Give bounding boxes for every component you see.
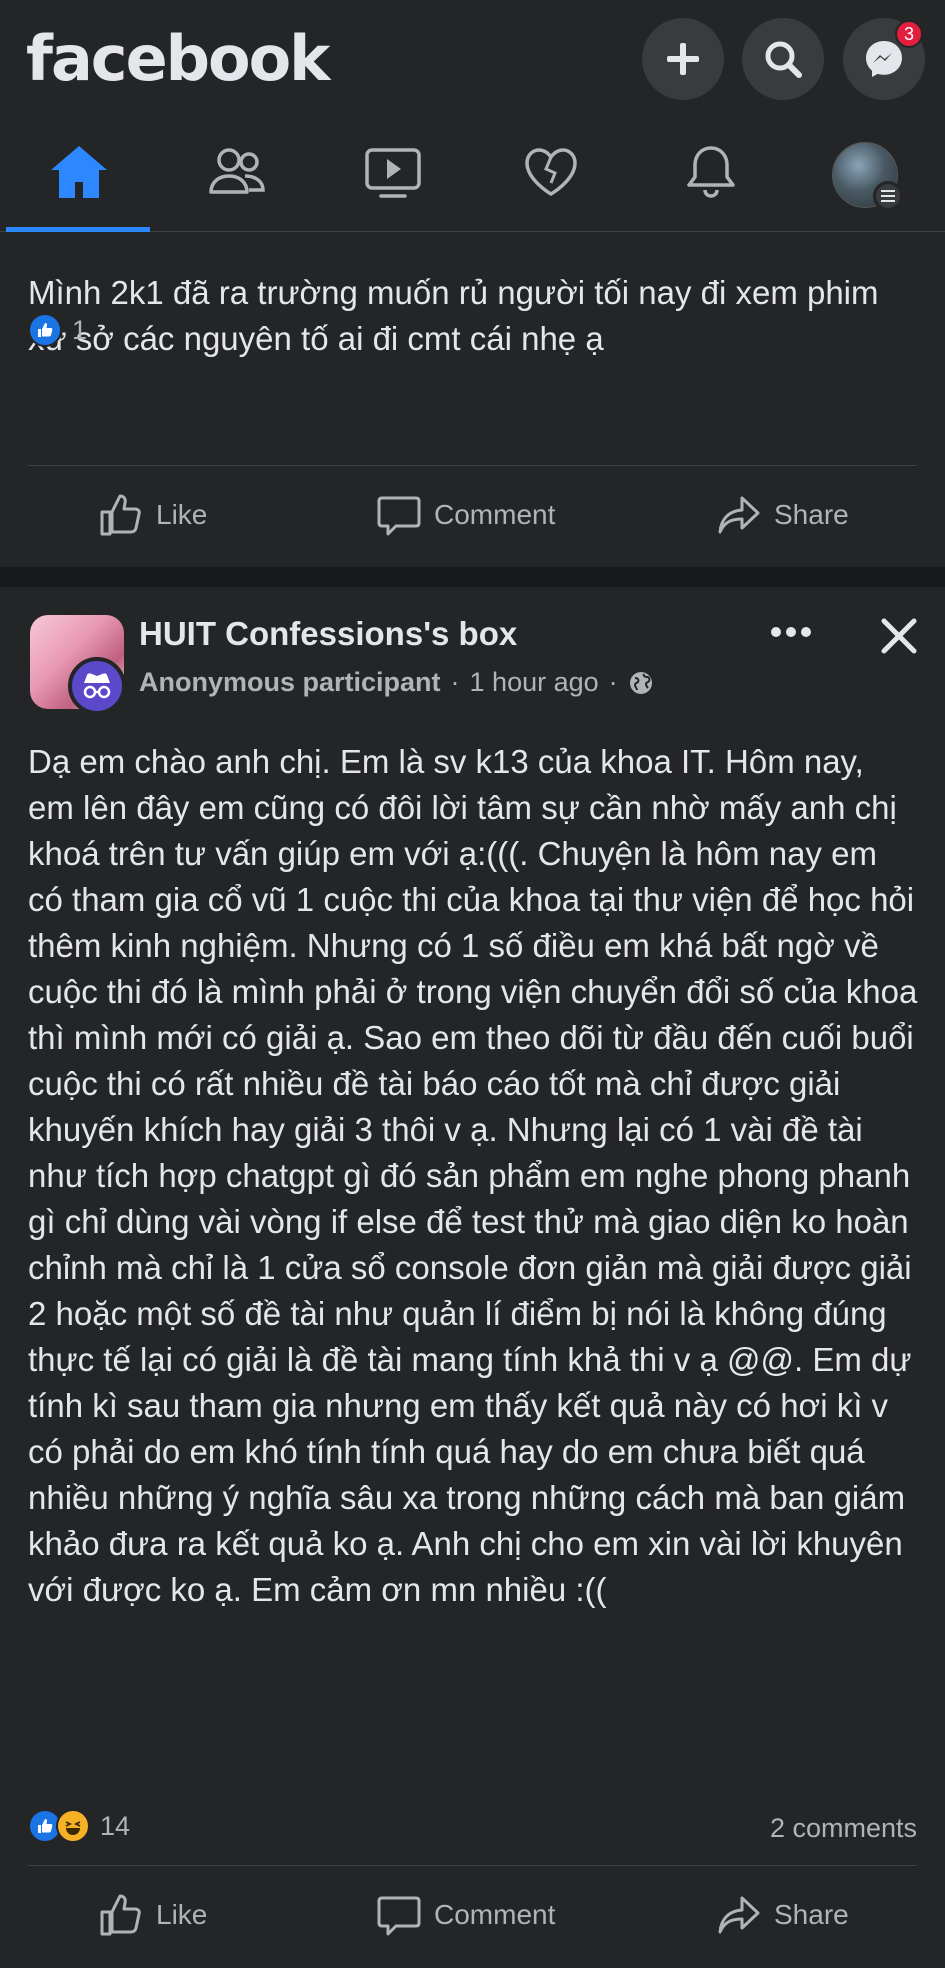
video-icon [365, 148, 421, 198]
meta-separator: · [450, 667, 460, 697]
messenger-button[interactable]: 3 [843, 18, 925, 100]
facebook-logo[interactable]: facebook [26, 22, 330, 95]
feed-post: HUIT Confessions's box Anonymous partici… [0, 587, 945, 1968]
like-label: Like [156, 1899, 208, 1930]
hide-post-button[interactable] [878, 615, 920, 662]
feed-post: Mình 2k1 đã ra trường muốn rủ người tối … [0, 233, 945, 567]
share-button[interactable]: Share [716, 1870, 849, 1960]
post-actions: Like Comment Share [0, 1870, 945, 1960]
comment-label: Comment [434, 1899, 556, 1930]
top-header: facebook 3 [0, 0, 945, 232]
main-nav [0, 128, 945, 232]
haha-reaction-icon [56, 1809, 90, 1843]
active-tab-indicator [6, 227, 150, 232]
comment-icon [377, 1896, 421, 1936]
comment-button[interactable]: Comment [376, 470, 555, 560]
like-label: Like [156, 499, 208, 530]
post-time[interactable]: 1 hour ago [470, 667, 599, 698]
divider [28, 465, 917, 466]
post-actions: Like Comment Share [0, 470, 945, 560]
tab-dating[interactable] [486, 128, 616, 232]
close-icon [881, 618, 917, 654]
post-author[interactable]: Anonymous participant [139, 667, 441, 698]
divider [28, 1865, 917, 1866]
feed-separator [0, 567, 945, 587]
reaction-count: 14 [100, 1810, 131, 1841]
like-reaction-icon [28, 313, 62, 347]
heart-icon [525, 148, 577, 197]
group-avatar[interactable] [30, 615, 126, 715]
tab-notifications[interactable] [646, 128, 776, 232]
profile-avatar [832, 142, 903, 211]
share-label: Share [774, 1899, 849, 1930]
share-button[interactable]: Share [716, 470, 849, 560]
messenger-badge: 3 [895, 20, 923, 48]
post-text: Dạ em chào anh chị. Em là sv k13 của kho… [28, 743, 927, 1608]
like-button[interactable]: Like [98, 470, 207, 560]
comment-label: Comment [434, 499, 556, 530]
more-options-button[interactable] [770, 625, 812, 643]
tab-watch[interactable] [328, 128, 458, 232]
post-text: Mình 2k1 đã ra trường muốn rủ người tối … [28, 274, 888, 357]
search-icon [765, 41, 802, 78]
tab-profile-menu[interactable] [800, 128, 930, 232]
create-button[interactable] [642, 18, 724, 100]
share-label: Share [774, 499, 849, 530]
menu-icon [873, 181, 903, 211]
home-icon [51, 146, 107, 198]
comments-count[interactable]: 2 comments [770, 1813, 917, 1844]
reactions-summary[interactable]: 1 [28, 313, 87, 347]
like-button[interactable]: Like [98, 1870, 207, 1960]
comment-button[interactable]: Comment [376, 1870, 555, 1960]
thumbs-up-icon [100, 1894, 141, 1936]
ellipsis-icon [771, 627, 811, 637]
reactions-summary[interactable]: 14 [28, 1809, 130, 1843]
share-icon [718, 496, 760, 534]
search-button[interactable] [742, 18, 824, 100]
reaction-count: 1 [72, 314, 88, 345]
group-name[interactable]: HUIT Confessions's box [139, 615, 517, 653]
globe-icon [629, 671, 652, 694]
anonymous-icon [68, 657, 126, 715]
tab-friends[interactable] [172, 128, 302, 232]
friends-icon [209, 148, 265, 194]
plus-icon [667, 43, 699, 75]
share-icon [718, 1896, 760, 1934]
post-meta: Anonymous participant · 1 hour ago · [139, 667, 654, 698]
tab-home[interactable] [14, 128, 144, 232]
thumbs-up-icon [100, 494, 141, 536]
bell-icon [687, 146, 735, 198]
comment-icon [377, 496, 421, 536]
meta-separator: · [608, 667, 618, 697]
